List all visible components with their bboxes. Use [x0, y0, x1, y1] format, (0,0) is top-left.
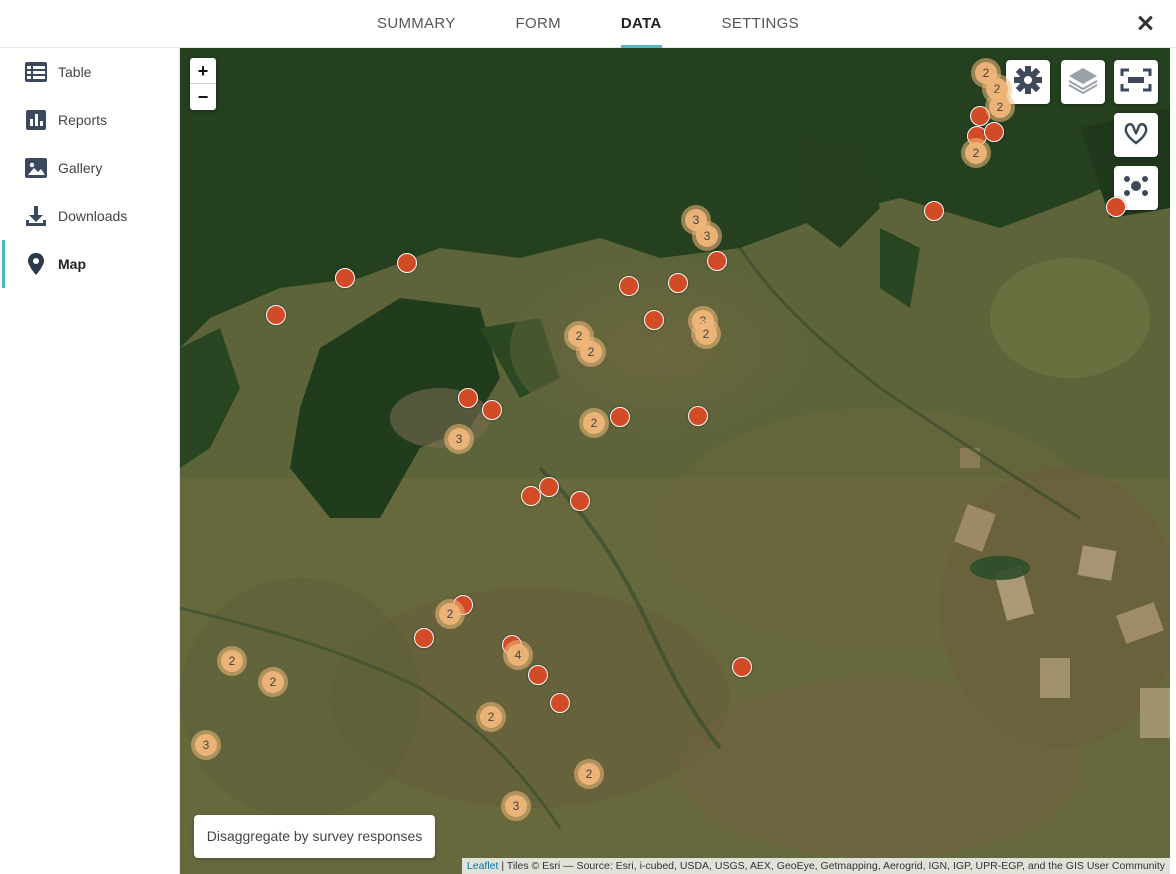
marker-cluster[interactable]: 2 — [579, 408, 609, 438]
map-marker[interactable] — [335, 268, 355, 288]
zoom-control: + − — [190, 58, 216, 110]
download-icon — [25, 205, 47, 227]
map-marker[interactable] — [414, 628, 434, 648]
marker-cluster[interactable]: 2 — [961, 138, 991, 168]
tab-form[interactable]: FORM — [516, 0, 561, 48]
tab-settings[interactable]: SETTINGS — [722, 0, 799, 48]
zoom-in-button[interactable]: + — [190, 58, 216, 84]
map-marker[interactable] — [688, 406, 708, 426]
map-marker[interactable] — [668, 273, 688, 293]
map-settings-button[interactable] — [1006, 60, 1050, 104]
map-marker[interactable] — [924, 201, 944, 221]
marker-cluster[interactable]: 3 — [444, 424, 474, 454]
table-icon — [25, 61, 47, 83]
map-marker[interactable] — [521, 486, 541, 506]
sidebar-item-label: Map — [58, 256, 86, 272]
map-marker[interactable] — [397, 253, 417, 273]
map-view[interactable]: + − 2 2 2 2 3 3 2 2 2 3 2 4 2 2 2 3 2 3 … — [180, 48, 1170, 874]
cluster-icon — [1122, 174, 1150, 203]
marker-cluster[interactable]: 2 — [435, 599, 465, 629]
top-tabs: SUMMARY FORM DATA SETTINGS — [0, 0, 1176, 48]
sidebar-item-label: Reports — [58, 112, 108, 128]
map-marker[interactable] — [1106, 197, 1126, 217]
image-icon — [25, 157, 47, 179]
layers-icon — [1067, 64, 1099, 101]
sidebar-item-table[interactable]: Table — [0, 48, 179, 96]
map-marker[interactable] — [610, 407, 630, 427]
marker-cluster[interactable]: 4 — [503, 640, 533, 670]
zoom-out-button[interactable]: − — [190, 84, 216, 110]
gear-icon — [1012, 64, 1044, 101]
close-icon[interactable] — [1134, 12, 1156, 34]
sidebar-item-reports[interactable]: Reports — [0, 96, 179, 144]
satellite-imagery — [180, 48, 1170, 874]
map-pin-icon — [25, 253, 47, 275]
top-bar: SUMMARY FORM DATA SETTINGS — [0, 0, 1176, 48]
fullscreen-icon — [1120, 68, 1152, 97]
sidebar-item-label: Downloads — [58, 208, 128, 224]
disaggregate-button[interactable]: Disaggregate by survey responses — [194, 815, 435, 858]
layers-button[interactable] — [1061, 60, 1105, 104]
bar-chart-icon — [25, 109, 47, 131]
tab-data[interactable]: DATA — [620, 0, 662, 48]
attribution-text: | Tiles © Esri — Source: Esri, i-cubed, … — [498, 860, 1165, 872]
map-marker[interactable] — [644, 310, 664, 330]
marker-cluster[interactable]: 2 — [258, 667, 288, 697]
heatmap-toggle-button[interactable] — [1114, 113, 1158, 157]
map-marker[interactable] — [707, 251, 727, 271]
map-attribution: Leaflet | Tiles © Esri — Source: Esri, i… — [461, 858, 1170, 874]
map-marker[interactable] — [570, 491, 590, 511]
marker-cluster[interactable]: 3 — [692, 221, 722, 251]
map-marker[interactable] — [984, 122, 1004, 142]
marker-cluster[interactable]: 2 — [217, 646, 247, 676]
sidebar-item-map[interactable]: Map — [0, 240, 179, 288]
marker-cluster[interactable]: 3 — [501, 791, 531, 821]
sidebar-item-label: Table — [58, 64, 92, 80]
marker-cluster[interactable]: 2 — [574, 759, 604, 789]
sidebar-item-downloads[interactable]: Downloads — [0, 192, 179, 240]
leaflet-link[interactable]: Leaflet — [467, 860, 499, 872]
marker-cluster[interactable]: 2 — [476, 702, 506, 732]
sidebar-item-label: Gallery — [58, 160, 103, 176]
map-marker[interactable] — [732, 657, 752, 677]
map-marker[interactable] — [528, 665, 548, 685]
map-marker[interactable] — [550, 693, 570, 713]
map-marker[interactable] — [482, 400, 502, 420]
fullscreen-button[interactable] — [1114, 60, 1158, 104]
heatmap-icon — [1122, 121, 1150, 150]
map-marker[interactable] — [619, 276, 639, 296]
marker-cluster[interactable]: 2 — [691, 319, 721, 349]
map-marker[interactable] — [266, 305, 286, 325]
marker-cluster[interactable]: 2 — [985, 92, 1015, 122]
tab-summary[interactable]: SUMMARY — [377, 0, 456, 48]
marker-cluster[interactable]: 3 — [191, 730, 221, 760]
sidebar-item-gallery[interactable]: Gallery — [0, 144, 179, 192]
map-marker[interactable] — [458, 388, 478, 408]
sidebar: Table Reports Gallery Downloads Map — [0, 48, 180, 874]
marker-cluster[interactable]: 2 — [576, 337, 606, 367]
map-marker[interactable] — [539, 477, 559, 497]
